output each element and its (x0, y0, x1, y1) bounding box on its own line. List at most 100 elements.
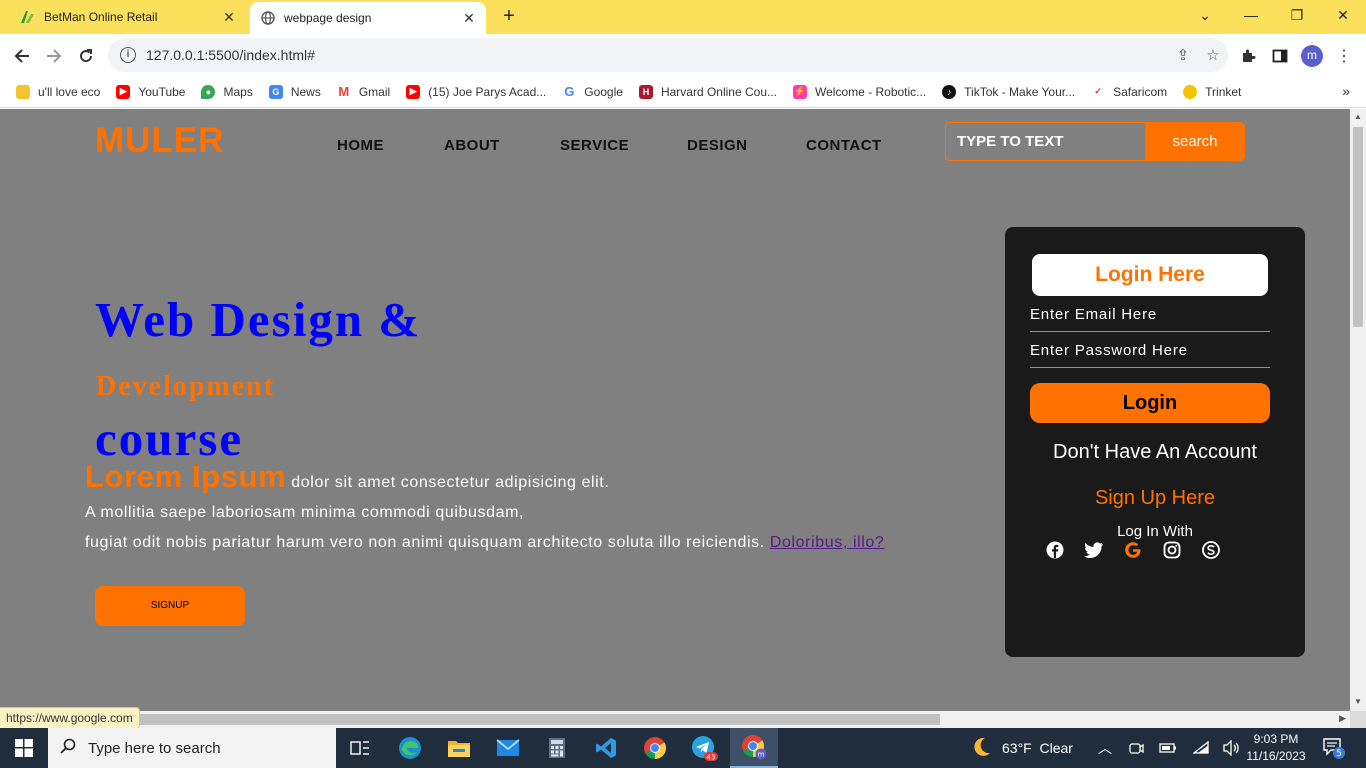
globe-icon (260, 10, 276, 26)
bookmark-star-icon[interactable]: ☆ (1198, 46, 1228, 64)
telegram-badge: 43 (707, 754, 716, 762)
notification-center-icon[interactable]: 5 (1322, 736, 1345, 760)
nav-about[interactable]: ABOUT (444, 137, 500, 154)
nav-contact[interactable]: CONTACT (806, 137, 882, 154)
signup-button[interactable]: SIGNUP (95, 586, 245, 626)
hero-paragraph: Lorem Ipsum dolor sit amet consectetur a… (85, 459, 985, 558)
close-tab-icon[interactable]: ✕ (220, 8, 238, 26)
close-tab-icon[interactable]: ✕ (460, 9, 478, 27)
forward-icon[interactable] (40, 42, 68, 70)
windows-taskbar: Type here to search 43 m 63°F Clear ︿ 9:… (0, 728, 1366, 768)
tab-webpage-design[interactable]: webpage design ✕ (250, 2, 486, 34)
bookmark-item[interactable]: G Google (562, 84, 623, 99)
tab-strip: BetMan Online Retail ✕ webpage design ✕ … (0, 0, 1366, 34)
side-panel-icon[interactable] (1268, 44, 1292, 68)
new-tab-button[interactable]: + (498, 6, 520, 28)
restore-button[interactable]: ❐ (1274, 0, 1320, 30)
nav-home[interactable]: HOME (337, 137, 384, 154)
weather-text: 63°F Clear (1002, 740, 1073, 756)
google-icon[interactable] (1122, 539, 1144, 561)
system-clock[interactable]: 9:03 PM 11/16/2023 (1244, 731, 1308, 765)
lorem-text: A mollitia saepe laboriosam minima commo… (85, 504, 525, 521)
betman-icon (20, 9, 36, 25)
signup-link[interactable]: Sign Up Here (1005, 487, 1305, 510)
calculator-icon[interactable] (533, 728, 581, 768)
bookmark-item[interactable]: H Harvard Online Cou... (638, 84, 777, 99)
minimize-button[interactable]: — (1228, 0, 1274, 30)
taskbar-search[interactable]: Type here to search (48, 728, 336, 768)
back-icon[interactable] (8, 42, 36, 70)
mail-icon[interactable] (484, 728, 532, 768)
bookmark-item[interactable]: ▶ YouTube (116, 84, 185, 99)
google-icon: G (562, 84, 577, 99)
tab-betman[interactable]: BetMan Online Retail ✕ (10, 0, 246, 34)
vscode-icon[interactable] (582, 728, 630, 768)
scroll-thumb[interactable] (1353, 127, 1363, 327)
weather-widget[interactable]: 63°F Clear (970, 728, 1073, 768)
tab-title: webpage design (284, 11, 372, 25)
telegram-icon[interactable]: 43 (680, 728, 728, 768)
close-window-button[interactable]: ✕ (1320, 0, 1366, 30)
address-bar[interactable]: i 127.0.0.1:5500/index.html# ⇪ ☆ (108, 38, 1228, 72)
wifi-icon[interactable] (1193, 728, 1211, 768)
nav-service[interactable]: SERVICE (560, 137, 629, 154)
email-field[interactable]: Enter Email Here (1030, 302, 1270, 332)
bookmarks-bar: u'll love eco ▶ YouTube ● Maps G News M Gmai… (0, 76, 1366, 108)
robotics-icon: ⚡ (793, 84, 808, 99)
lorem-link[interactable]: Doloribus, illo? (770, 534, 885, 551)
search-button[interactable]: search (1145, 122, 1245, 161)
tiktok-icon: ♪ (942, 84, 957, 99)
bookmark-item[interactable]: M Gmail (336, 84, 390, 99)
bookmark-item[interactable]: ✓ Safaricom (1091, 84, 1167, 99)
chevron-up-icon[interactable]: ︿ (1098, 728, 1112, 768)
scroll-down-icon[interactable]: ▼ (1350, 697, 1366, 706)
password-field[interactable]: Enter Password Here (1030, 338, 1270, 368)
reload-icon[interactable] (72, 42, 100, 70)
search-input[interactable]: TYPE TO TEXT (945, 122, 1145, 161)
skype-icon[interactable] (1200, 539, 1222, 561)
facebook-icon[interactable] (1044, 539, 1066, 561)
edge-icon[interactable] (386, 728, 434, 768)
scroll-thumb[interactable] (140, 714, 940, 725)
login-button[interactable]: Login (1030, 383, 1270, 423)
more-bookmarks-icon[interactable]: » (1342, 83, 1350, 99)
bookmark-item[interactable]: u'll love eco (16, 84, 100, 99)
bookmark-item[interactable]: ▶ (15) Joe Parys Acad... (406, 84, 546, 99)
page-viewport: MULER HOME ABOUT SERVICE DESIGN CONTACT … (0, 109, 1350, 711)
tab-search-icon[interactable]: ⌄ (1182, 0, 1228, 30)
scroll-up-icon[interactable]: ▲ (1350, 112, 1366, 121)
svg-text:m: m (758, 751, 765, 759)
bookmark-item[interactable]: ● Maps (201, 84, 253, 99)
url-text: 127.0.0.1:5500/index.html# (146, 47, 315, 63)
windows-start-icon[interactable] (0, 728, 48, 768)
chrome-icon[interactable] (631, 728, 679, 768)
bookmark-item[interactable]: Trinket (1183, 84, 1241, 99)
task-view-icon[interactable] (336, 728, 384, 768)
lorem-highlight: Lorem Ipsum (85, 459, 287, 494)
bookmark-item[interactable]: G News (268, 84, 321, 99)
twitter-icon[interactable] (1083, 539, 1105, 561)
extensions-icon[interactable] (1236, 44, 1260, 68)
youtube-icon: ▶ (406, 84, 421, 99)
scroll-right-icon[interactable]: ▶ (1339, 713, 1346, 724)
file-explorer-icon[interactable] (435, 728, 483, 768)
lorem-text: fugiat odit nobis pariatur harum vero no… (85, 534, 765, 551)
vertical-scrollbar[interactable]: ▲ ▼ (1350, 109, 1366, 711)
safaricom-icon: ✓ (1091, 84, 1106, 99)
meet-icon[interactable] (1128, 728, 1144, 768)
trinket-icon (1183, 84, 1198, 99)
bookmark-item[interactable]: ⚡ Welcome - Robotic... (793, 84, 926, 99)
share-icon[interactable]: ⇪ (1168, 46, 1198, 64)
site-info-icon[interactable]: i (120, 47, 136, 63)
volume-icon[interactable] (1222, 728, 1240, 768)
tab-title: BetMan Online Retail (44, 10, 158, 24)
nav-design[interactable]: DESIGN (687, 137, 748, 154)
battery-icon[interactable] (1159, 728, 1177, 768)
instagram-icon[interactable] (1161, 539, 1183, 561)
profile-avatar[interactable]: m (1301, 45, 1323, 67)
chrome-profile-icon[interactable]: m (730, 728, 778, 768)
horizontal-scrollbar[interactable]: ▶ (0, 711, 1350, 728)
menu-kebab-icon[interactable]: ⋮ (1332, 44, 1356, 68)
bookmark-item[interactable]: ♪ TikTok - Make Your... (942, 84, 1075, 99)
search-icon (60, 738, 80, 759)
